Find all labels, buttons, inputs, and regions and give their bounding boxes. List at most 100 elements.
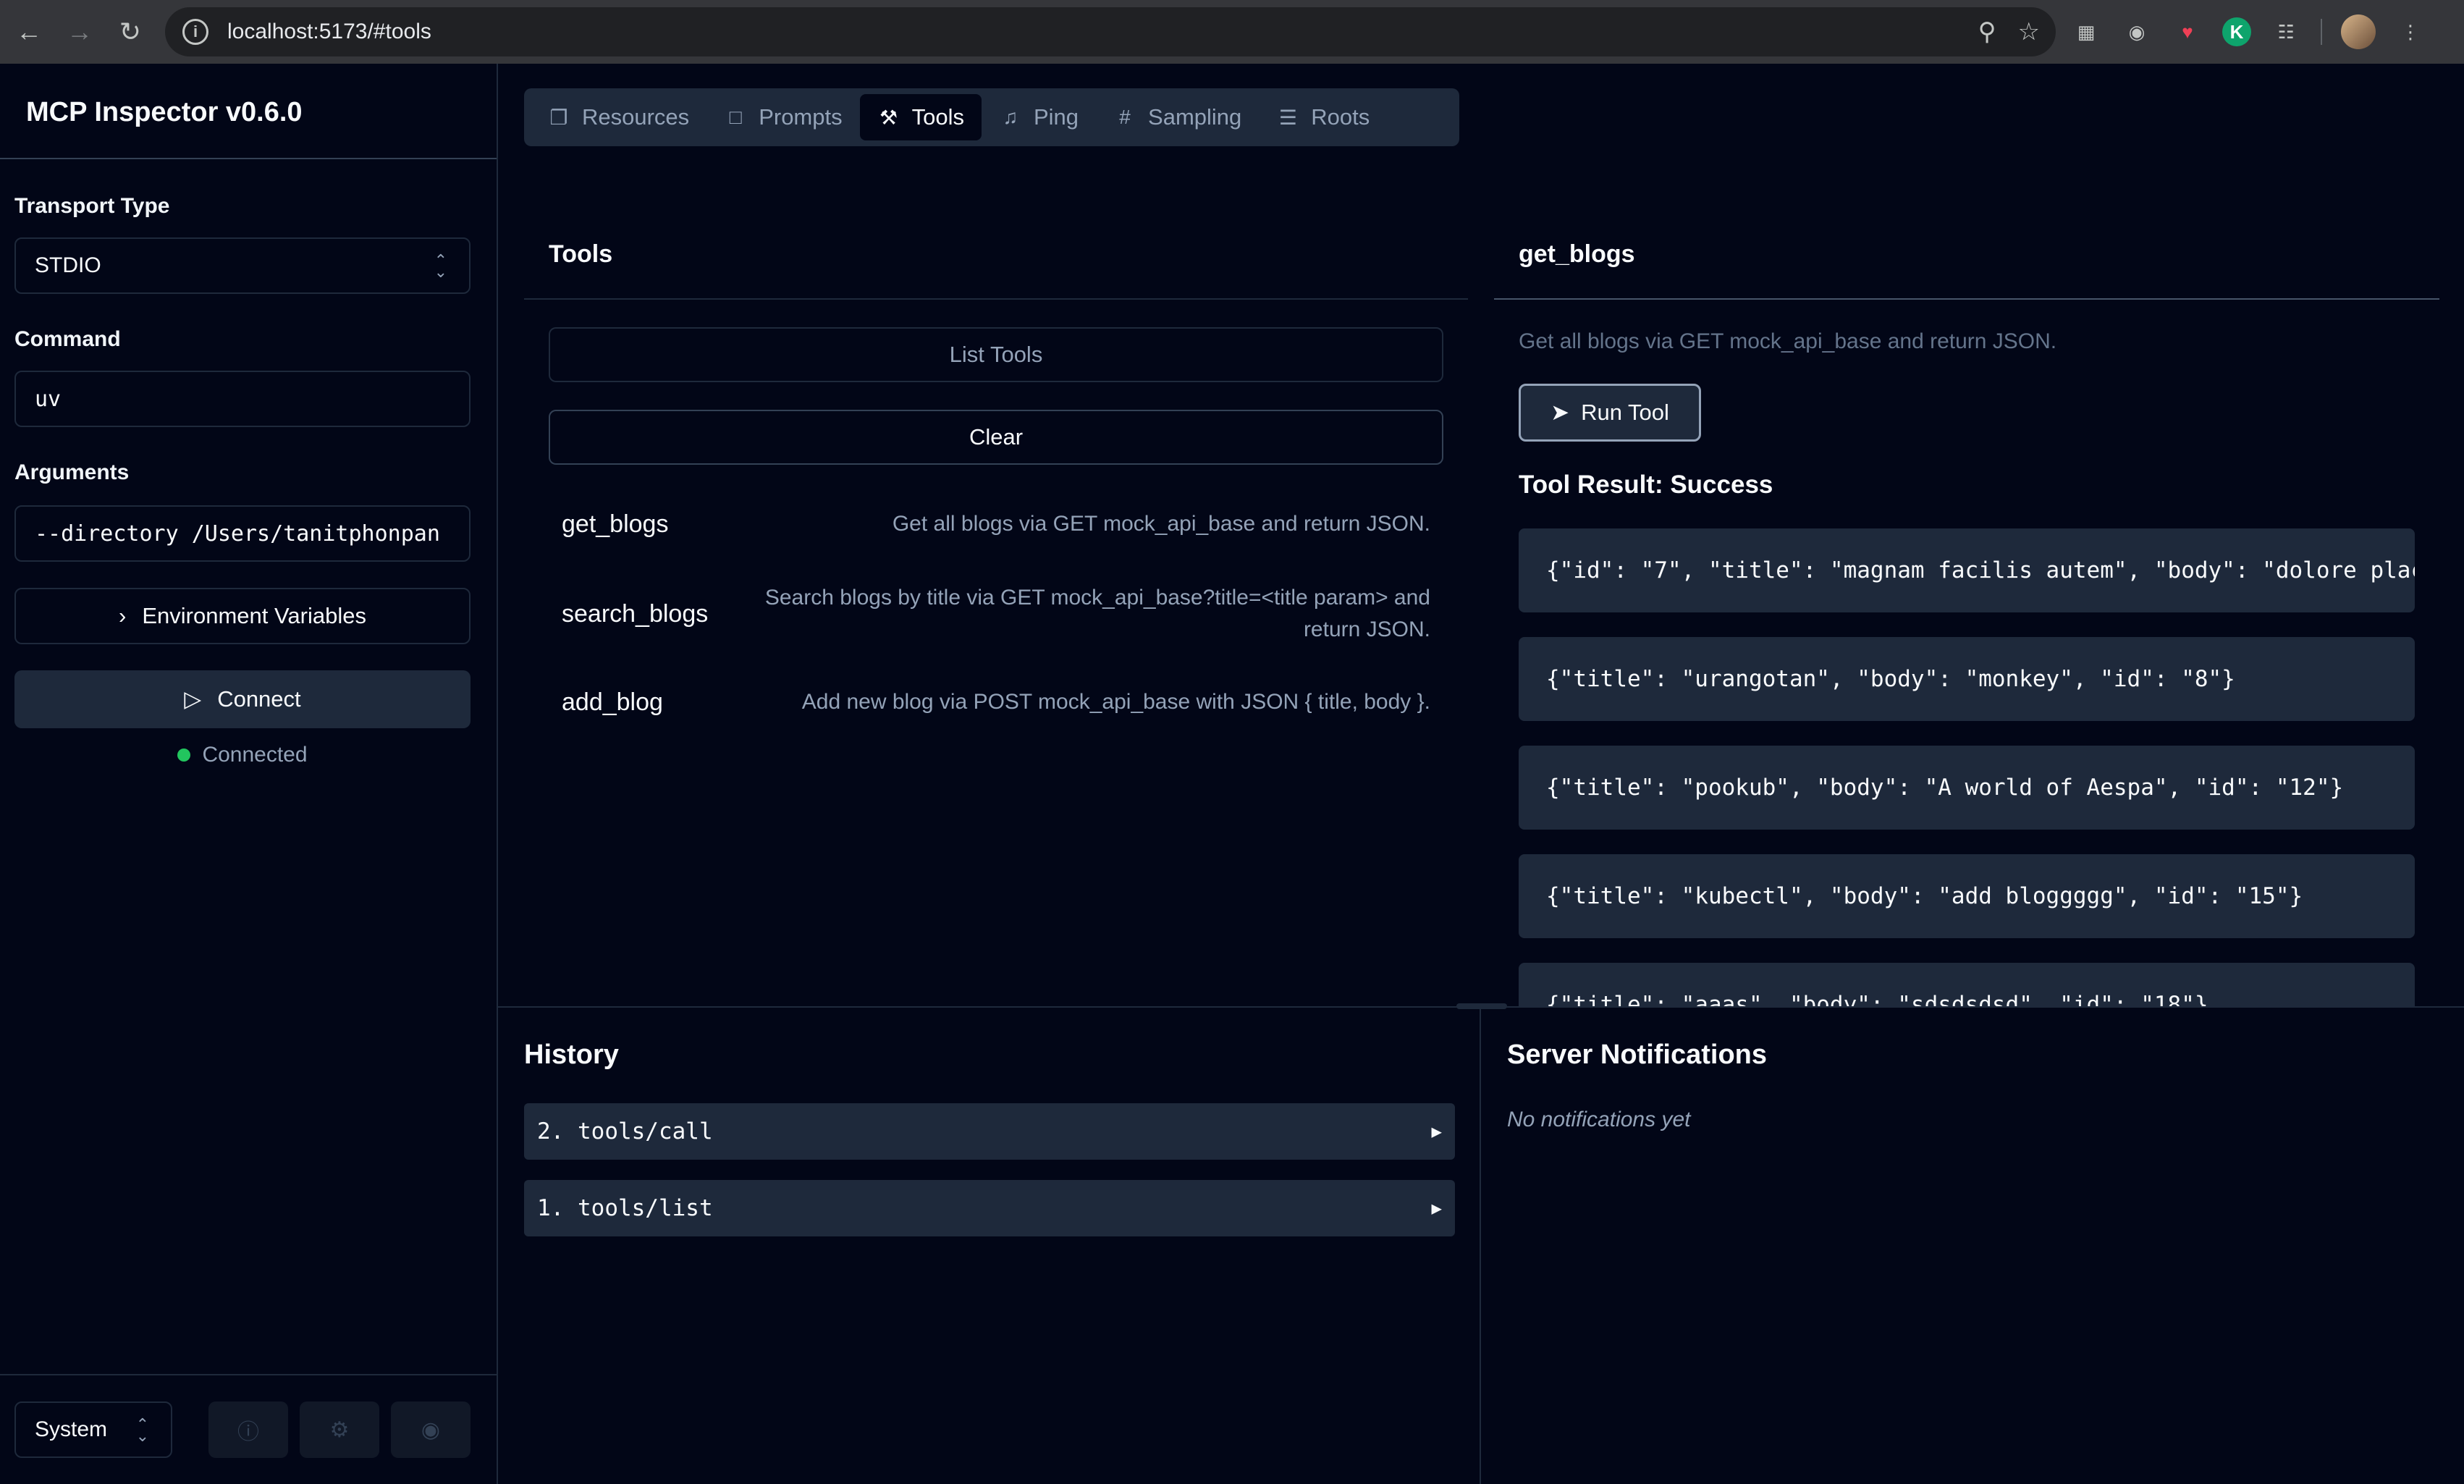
tool-name: get_blogs xyxy=(562,510,669,538)
tool-name: add_blog xyxy=(562,688,663,716)
status-text: Connected xyxy=(202,743,308,767)
theme-select[interactable]: System ⌃ ⌄ xyxy=(14,1401,172,1458)
github-icon[interactable]: ◉ xyxy=(391,1401,471,1458)
tab-ping[interactable]: ♫ Ping xyxy=(982,94,1096,140)
run-tool-button[interactable]: ➤ Run Tool xyxy=(1519,384,1701,442)
tool-description: Add new blog via POST mock_api_base with… xyxy=(801,690,1430,714)
tab-label: Tools xyxy=(911,104,964,130)
tool-name: search_blogs xyxy=(562,599,709,628)
tab-roots[interactable]: ☰ Roots xyxy=(1259,94,1387,140)
tool-result-title: Tool Result: Success xyxy=(1519,471,1773,499)
connect-button[interactable]: ▷ Connect xyxy=(14,670,471,728)
history-title: History xyxy=(524,1040,619,1070)
folder-tree-icon: ☰ xyxy=(1278,106,1297,129)
tab-label: Ping xyxy=(1033,104,1079,130)
tab-label: Roots xyxy=(1311,104,1370,130)
server-notifications-title: Server Notifications xyxy=(1507,1040,1767,1070)
arguments-label: Arguments xyxy=(14,460,130,484)
arguments-input[interactable]: --directory /Users/tanitphonpan xyxy=(14,505,471,562)
transport-type-label: Transport Type xyxy=(14,194,170,218)
back-arrow-icon[interactable]: ← xyxy=(7,10,51,54)
incognito-extension-icon[interactable]: ◉ xyxy=(2121,16,2153,48)
command-label: Command xyxy=(14,327,121,351)
chevrons-up-down-icon: ⌃ ⌄ xyxy=(135,1415,149,1445)
extensions-puzzle-icon[interactable]: ☷ xyxy=(2270,16,2302,48)
bottom-panel-divider xyxy=(1480,1008,1481,1484)
bug-icon[interactable]: ⚙ xyxy=(300,1401,379,1458)
bookmark-star-icon[interactable]: ☆ xyxy=(2018,17,2040,46)
kebab-menu-icon[interactable]: ⋮ xyxy=(2395,16,2426,48)
tool-detail-title: get_blogs xyxy=(1519,240,1635,268)
tools-panel-divider xyxy=(524,298,1468,300)
transport-type-select[interactable]: STDIO ⌃ ⌄ xyxy=(14,237,471,294)
send-icon: ➤ xyxy=(1550,400,1570,425)
environment-variables-button[interactable]: › Environment Variables xyxy=(14,588,471,644)
environment-variables-label: Environment Variables xyxy=(142,603,366,628)
tab-prompts[interactable]: □ Prompts xyxy=(706,94,859,140)
message-square-icon: □ xyxy=(729,106,742,128)
expand-triangle-icon: ▶ xyxy=(1431,1198,1442,1218)
tool-item-add-blog[interactable]: add_blog Add new blog via POST mock_api_… xyxy=(549,680,1443,724)
url-text[interactable]: localhost:5173/#tools xyxy=(227,20,431,44)
hash-icon: # xyxy=(1119,106,1131,128)
theme-value: System xyxy=(35,1417,108,1441)
tool-description: Get all blogs via GET mock_api_base and … xyxy=(892,512,1430,536)
transport-type-value: STDIO xyxy=(35,253,101,277)
tool-item-search-blogs[interactable]: search_blogs Search blogs by title via G… xyxy=(549,579,1443,649)
history-item-label: 2. tools/call xyxy=(537,1118,713,1144)
reload-icon[interactable]: ↻ xyxy=(109,10,152,54)
hammer-icon: ⚒ xyxy=(879,106,898,129)
history-item[interactable]: 1. tools/list ▶ xyxy=(524,1180,1455,1236)
zoom-icon[interactable]: ⚲ xyxy=(1978,17,1996,46)
forward-arrow-icon[interactable]: → xyxy=(58,10,101,54)
tab-label: Prompts xyxy=(759,104,843,130)
pocket-extension-icon[interactable]: ♥ xyxy=(2172,16,2203,48)
address-bar[interactable]: i localhost:5173/#tools ⚲ ☆ xyxy=(165,7,2056,56)
tool-results[interactable]: {"id": "7", "title": "magnam facilis aut… xyxy=(1519,528,2415,1006)
command-value: uv xyxy=(35,386,62,412)
history-item[interactable]: 2. tools/call ▶ xyxy=(524,1103,1455,1160)
toolbar-divider xyxy=(2321,19,2322,45)
tool-detail-divider xyxy=(1494,298,2439,300)
cast-extension-icon[interactable]: ▦ xyxy=(2070,16,2102,48)
sidebar-footer-divider xyxy=(0,1374,497,1375)
history-item-label: 1. tools/list xyxy=(537,1195,713,1221)
expand-triangle-icon: ▶ xyxy=(1431,1121,1442,1142)
bell-icon: ♫ xyxy=(1003,106,1018,128)
site-info-icon[interactable]: i xyxy=(182,19,208,45)
files-icon: ❐ xyxy=(549,106,568,129)
tab-resources[interactable]: ❐ Resources xyxy=(530,94,706,140)
sidebar: MCP Inspector v0.6.0 Transport Type STDI… xyxy=(0,64,498,1484)
profile-avatar[interactable] xyxy=(2341,14,2376,49)
result-item: {"title": "pookub", "body": "A world of … xyxy=(1519,746,2415,830)
app-title: MCP Inspector v0.6.0 xyxy=(26,97,303,127)
k-extension-icon[interactable]: K xyxy=(2222,17,2251,46)
chevron-right-icon: › xyxy=(119,603,127,628)
result-item: {"title": "urangotan", "body": "monkey",… xyxy=(1519,637,2415,721)
run-tool-label: Run Tool xyxy=(1581,400,1669,425)
clear-button[interactable]: Clear xyxy=(549,410,1443,465)
resize-handle[interactable] xyxy=(1456,1003,1507,1009)
play-icon: ▷ xyxy=(184,686,202,712)
arguments-value: --directory /Users/tanitphonpan xyxy=(35,520,440,547)
main-tabs: ❐ Resources □ Prompts ⚒ Tools ♫ Ping # S… xyxy=(524,88,1459,146)
tab-tools[interactable]: ⚒ Tools xyxy=(859,94,982,140)
tool-description: Search blogs by title via GET mock_api_b… xyxy=(764,586,1430,641)
tool-item-get-blogs[interactable]: get_blogs Get all blogs via GET mock_api… xyxy=(549,502,1443,546)
connect-label: Connect xyxy=(217,686,301,712)
help-circle-icon[interactable]: ⓘ xyxy=(208,1401,288,1458)
result-item: {"title": "aaas", "body": "sdsdsdsd", "i… xyxy=(1519,963,2415,1006)
no-notifications-text: No notifications yet xyxy=(1507,1108,1691,1131)
browser-toolbar: ← → ↻ i localhost:5173/#tools ⚲ ☆ ▦ ◉ ♥ … xyxy=(0,0,2464,64)
tab-sampling[interactable]: # Sampling xyxy=(1096,94,1259,140)
tab-label: Resources xyxy=(582,104,690,130)
tools-panel-title: Tools xyxy=(549,240,613,268)
tool-detail-description: Get all blogs via GET mock_api_base and … xyxy=(1519,329,2057,353)
list-tools-button[interactable]: List Tools xyxy=(549,327,1443,382)
sidebar-divider xyxy=(0,158,497,159)
status-dot xyxy=(177,749,191,762)
chevrons-up-down-icon: ⌃ ⌄ xyxy=(434,251,447,281)
connection-status: Connected xyxy=(0,743,485,767)
tab-label: Sampling xyxy=(1148,104,1242,130)
command-input[interactable]: uv xyxy=(14,371,471,427)
